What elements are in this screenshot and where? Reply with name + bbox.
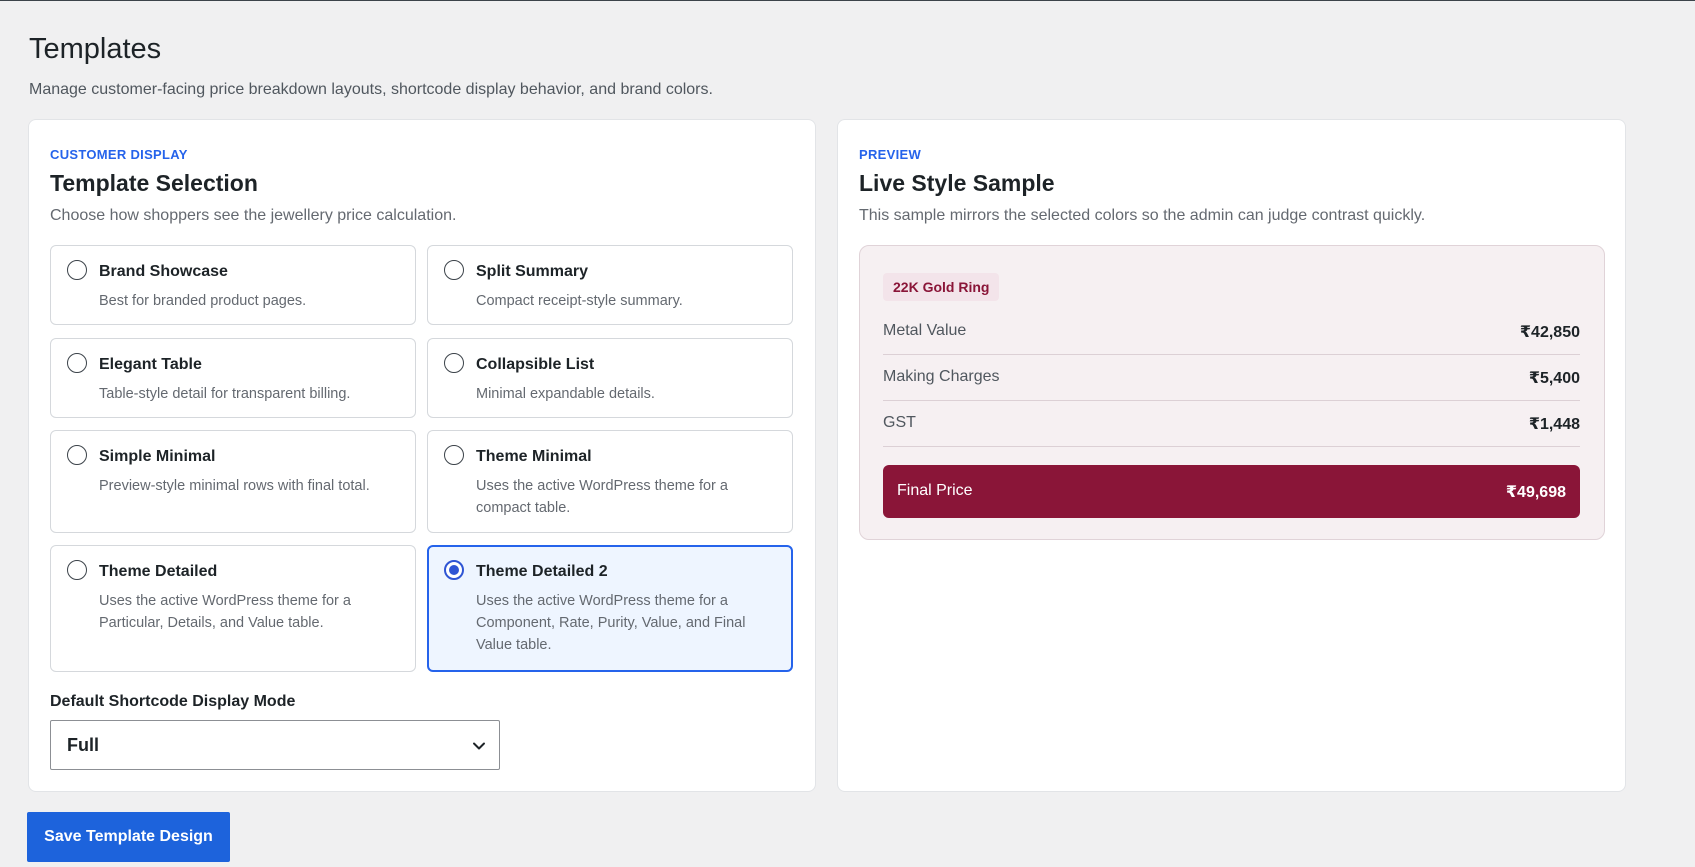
save-template-design-button[interactable]: Save Template Design <box>27 812 230 862</box>
radio-icon[interactable] <box>67 260 87 280</box>
template-option-label: Split Summary <box>476 263 589 280</box>
radio-selected-icon[interactable] <box>444 560 464 580</box>
price-row-label: Making Charges <box>883 368 1000 385</box>
template-option-label: Theme Detailed 2 <box>476 563 608 580</box>
price-row-label: GST <box>883 414 916 431</box>
price-row-value: ₹1,448 <box>1528 416 1580 433</box>
template-option-description: Uses the active WordPress theme for a co… <box>476 478 728 516</box>
template-option-theme-detailed-2[interactable]: Theme Detailed 2 Uses the active WordPre… <box>427 545 793 672</box>
radio-icon[interactable] <box>67 445 87 465</box>
template-option-theme-minimal[interactable]: Theme Minimal Uses the active WordPress … <box>427 430 793 533</box>
template-option-simple-minimal[interactable]: Simple Minimal Preview-style minimal row… <box>50 430 416 533</box>
template-option-label: Collapsible List <box>476 356 595 373</box>
template-selection-title: Template Selection <box>50 170 258 196</box>
price-row-gst: GST ₹1,448 <box>883 401 1580 447</box>
template-option-description: Compact receipt-style summary. <box>476 293 683 309</box>
live-style-sample: 22K Gold Ring Metal Value ₹42,850 Making… <box>859 245 1605 540</box>
template-option-label: Elegant Table <box>99 356 202 373</box>
price-row-metal-value: Metal Value ₹42,850 <box>883 309 1580 355</box>
template-option-label: Simple Minimal <box>99 448 216 465</box>
price-row-value: ₹42,850 <box>1519 324 1580 341</box>
template-option-description: Best for branded product pages. <box>99 293 307 309</box>
template-option-split-summary[interactable]: Split Summary Compact receipt-style summ… <box>427 245 793 325</box>
final-price-bar: Final Price ₹49,698 <box>883 465 1580 518</box>
page-title: Templates <box>29 33 162 65</box>
template-option-collapsible-list[interactable]: Collapsible List Minimal expandable deta… <box>427 338 793 418</box>
radio-icon[interactable] <box>444 260 464 280</box>
product-badge: 22K Gold Ring <box>883 273 1000 301</box>
radio-icon[interactable] <box>444 445 464 465</box>
preview-title: Live Style Sample <box>859 170 1055 196</box>
chevron-down-icon <box>473 742 485 750</box>
customer-display-eyebrow: CUSTOMER DISPLAY <box>50 147 188 162</box>
template-option-label: Brand Showcase <box>99 263 228 280</box>
template-option-theme-detailed[interactable]: Theme Detailed Uses the active WordPress… <box>50 545 416 672</box>
template-option-brand-showcase[interactable]: Brand Showcase Best for branded product … <box>50 245 416 325</box>
price-row-label: Metal Value <box>883 322 967 339</box>
template-option-label: Theme Detailed <box>99 563 218 580</box>
shortcode-display-mode-select[interactable]: Full <box>50 720 500 770</box>
final-price-label: Final Price <box>897 482 973 499</box>
template-option-description: Uses the active WordPress theme for a Pa… <box>99 593 351 631</box>
price-row-making-charges: Making Charges ₹5,400 <box>883 355 1580 401</box>
preview-description: This sample mirrors the selected colors … <box>859 207 1426 224</box>
preview-eyebrow: PREVIEW <box>859 147 922 162</box>
template-option-description: Table-style detail for transparent billi… <box>99 386 351 402</box>
radio-icon[interactable] <box>444 353 464 373</box>
template-option-description: Minimal expandable details. <box>476 386 655 402</box>
preview-card: PREVIEW Live Style Sample This sample mi… <box>837 119 1626 792</box>
page-subtitle: Manage customer-facing price breakdown l… <box>29 81 713 98</box>
template-selection-card: CUSTOMER DISPLAY Template Selection Choo… <box>28 119 816 792</box>
final-price-value: ₹49,698 <box>1505 484 1566 501</box>
template-selection-description: Choose how shoppers see the jewellery pr… <box>50 207 457 224</box>
template-option-description: Uses the active WordPress theme for a Co… <box>476 593 746 653</box>
template-option-elegant-table[interactable]: Elegant Table Table-style detail for tra… <box>50 338 416 418</box>
radio-icon[interactable] <box>67 560 87 580</box>
template-option-description: Preview-style minimal rows with final to… <box>99 478 370 494</box>
shortcode-display-mode-value: Full <box>67 735 99 755</box>
template-option-label: Theme Minimal <box>476 448 592 465</box>
price-row-value: ₹5,400 <box>1528 370 1580 387</box>
radio-icon[interactable] <box>67 353 87 373</box>
shortcode-display-mode-label: Default Shortcode Display Mode <box>50 693 296 710</box>
